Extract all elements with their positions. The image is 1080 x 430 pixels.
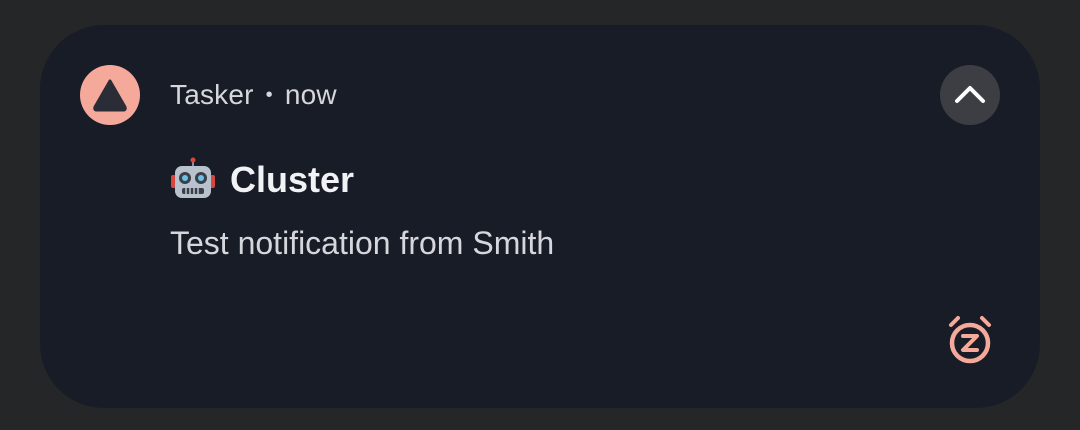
notification-title-row: Cluster xyxy=(170,155,354,205)
notification-card[interactable]: Tasker • now Cluster Test notification f… xyxy=(40,25,1040,408)
alarm-snooze-icon xyxy=(949,316,991,364)
notification-header: Tasker • now xyxy=(170,78,337,112)
app-icon xyxy=(80,65,140,125)
triangle-icon xyxy=(93,79,127,112)
app-name: Tasker xyxy=(170,79,254,110)
snooze-button[interactable] xyxy=(940,310,1000,370)
notification-body: Test notification from Smith xyxy=(170,225,555,261)
notification-title: Cluster xyxy=(230,159,355,200)
chevron-up-icon xyxy=(955,86,985,103)
robot-face-icon xyxy=(171,157,215,198)
collapse-button[interactable] xyxy=(940,65,1000,125)
notification-time: now xyxy=(284,79,337,110)
header-separator: • xyxy=(265,83,273,106)
